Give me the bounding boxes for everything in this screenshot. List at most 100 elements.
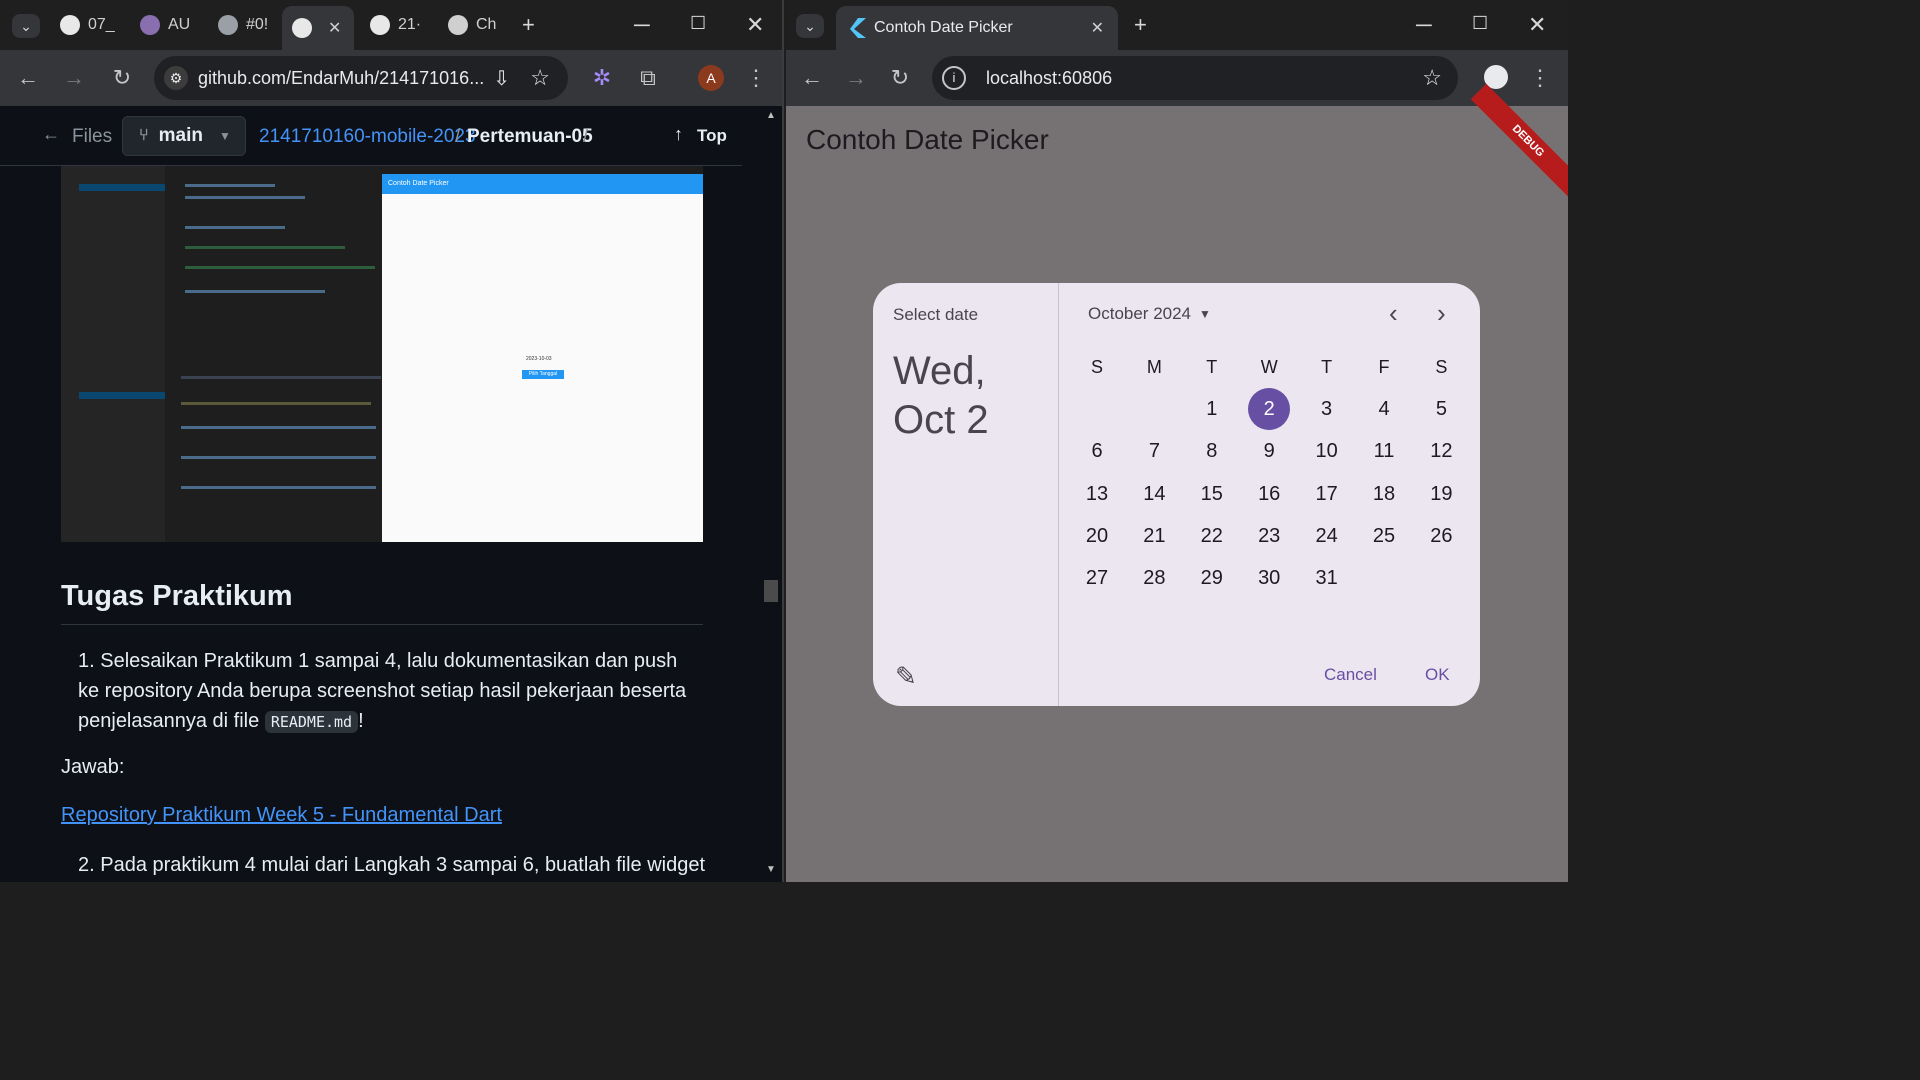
repository-link[interactable]: Repository Praktikum Week 5 - Fundamenta…: [61, 804, 502, 827]
tab-1[interactable]: 07_: [50, 8, 125, 42]
calendar-day[interactable]: 11: [1364, 431, 1404, 471]
calendar-day[interactable]: 22: [1192, 516, 1232, 556]
calendar-day[interactable]: 8: [1192, 431, 1232, 471]
weekday-label: T: [1206, 357, 1218, 377]
calendar-day[interactable]: 3: [1307, 389, 1347, 429]
calendar-day[interactable]: 5: [1421, 389, 1461, 429]
dropdown-arrow-icon: ▼: [1199, 307, 1211, 321]
calendar-day[interactable]: 15: [1192, 474, 1232, 514]
site-info-icon[interactable]: ⚙: [164, 66, 188, 90]
calendar-day[interactable]: 24: [1307, 516, 1347, 556]
reload-icon[interactable]: ↻: [108, 64, 136, 92]
install-app-icon[interactable]: ⇩: [493, 66, 510, 91]
address-bar[interactable]: i localhost:60806 ☆: [932, 56, 1458, 100]
top-button[interactable]: Top: [697, 126, 727, 146]
address-bar[interactable]: ⚙ github.com/EndarMuh/214171016... ⇩ ☆: [154, 56, 568, 100]
browser-toolbar: ← → ↻ i localhost:60806 ☆ ⋮: [786, 50, 1568, 106]
close-tab-icon[interactable]: ✕: [1091, 18, 1104, 38]
app-bar-title: Contoh Date Picker: [806, 124, 1049, 155]
arrow-left-icon[interactable]: ←: [42, 124, 60, 145]
menu-kebab-icon[interactable]: ⋮: [742, 64, 770, 92]
tab-active-github[interactable]: ✕: [282, 6, 354, 50]
calendar-day[interactable]: 4: [1364, 389, 1404, 429]
calendar-day[interactable]: 29: [1192, 558, 1232, 598]
tab-search-button[interactable]: ⌄: [12, 14, 40, 38]
ok-button[interactable]: OK: [1425, 665, 1450, 685]
reload-icon[interactable]: ↻: [886, 64, 914, 92]
cancel-button[interactable]: Cancel: [1324, 665, 1377, 685]
new-tab-icon[interactable]: +: [1134, 14, 1147, 36]
list-item-2: 2. Pada praktikum 4 mulai dari Langkah 3…: [78, 854, 706, 876]
calendar-day[interactable]: 18: [1364, 474, 1404, 514]
calendar-day[interactable]: 25: [1364, 516, 1404, 556]
profile-avatar[interactable]: A: [698, 65, 724, 91]
tab-search-button[interactable]: ⌄: [796, 14, 824, 38]
extension-gear-icon[interactable]: ✲: [588, 64, 616, 92]
tab-active-date-picker[interactable]: Contoh Date Picker ✕: [836, 6, 1118, 50]
calendar-day[interactable]: 21: [1134, 516, 1174, 556]
maximize-icon[interactable]: ☐: [1472, 14, 1488, 32]
scroll-down-icon[interactable]: ▼: [766, 864, 776, 875]
calendar-day[interactable]: 31: [1307, 558, 1347, 598]
calendar-day[interactable]: 27: [1077, 558, 1117, 598]
close-tab-icon[interactable]: ✕: [328, 18, 341, 38]
info-icon[interactable]: i: [942, 66, 966, 90]
file-header: ← Files ⑂ main ▼ 2141710160-mobile-2023 …: [0, 106, 742, 166]
edit-pencil-icon[interactable]: ✎: [895, 661, 917, 692]
github-browser-window: ⌄ 07_ AU #0! ✕ 21· Ch + ─ ☐ ✕ ← → ↻ ⚙ gi…: [0, 0, 784, 882]
scrollbar[interactable]: ▲ ▼: [742, 106, 782, 882]
bookmark-star-icon[interactable]: ☆: [1422, 65, 1442, 91]
calendar-day[interactable]: 6: [1077, 431, 1117, 471]
calendar-day[interactable]: 16: [1249, 474, 1289, 514]
files-button[interactable]: Files: [72, 126, 112, 148]
maximize-icon[interactable]: ☐: [690, 14, 706, 32]
extensions-puzzle-icon[interactable]: ⧉: [634, 64, 662, 92]
new-tab-icon[interactable]: +: [522, 14, 535, 36]
tab-3[interactable]: #0!: [208, 8, 278, 42]
forward-icon[interactable]: →: [60, 64, 88, 92]
calendar-day[interactable]: 26: [1421, 516, 1461, 556]
calendar-day[interactable]: 9: [1249, 431, 1289, 471]
calendar-day[interactable]: 19: [1421, 474, 1461, 514]
divider: [61, 624, 703, 625]
tab-5[interactable]: 21·: [360, 8, 431, 42]
date-picker-header: Select date Wed, Oct 2 ✎: [873, 283, 1059, 706]
close-window-icon[interactable]: ✕: [1528, 14, 1546, 36]
back-icon[interactable]: ←: [798, 64, 826, 92]
calendar-day[interactable]: 10: [1307, 431, 1347, 471]
calendar-day[interactable]: 20: [1077, 516, 1117, 556]
back-icon[interactable]: ←: [14, 64, 42, 92]
minimize-icon[interactable]: ─: [1416, 14, 1432, 36]
month-year-selector[interactable]: October 2024 ▼: [1088, 304, 1211, 324]
calendar-day-selected[interactable]: 2: [1249, 389, 1290, 429]
breadcrumb-repo-link[interactable]: 2141710160-mobile-2023: [259, 126, 476, 148]
forward-icon[interactable]: →: [842, 64, 870, 92]
previous-month-icon[interactable]: ‹: [1389, 300, 1398, 326]
scrollbar-thumb[interactable]: [764, 580, 778, 602]
calendar-day[interactable]: 1: [1192, 389, 1232, 429]
weekday-label: W: [1260, 357, 1278, 377]
menu-kebab-icon[interactable]: ⋮: [1526, 64, 1554, 92]
minimize-icon[interactable]: ─: [634, 14, 650, 36]
date-picker-dialog: Select date Wed, Oct 2 ✎ October 2024 ▼ …: [873, 283, 1480, 706]
tab-2[interactable]: AU: [130, 8, 200, 42]
bookmark-star-icon[interactable]: ☆: [530, 65, 550, 91]
calendar-day[interactable]: 13: [1077, 474, 1117, 514]
weekday-label: S: [1090, 357, 1103, 377]
calendar-day[interactable]: 30: [1249, 558, 1289, 598]
calendar-day[interactable]: 7: [1134, 431, 1174, 471]
flutter-icon: [850, 18, 866, 38]
next-month-icon[interactable]: ›: [1437, 300, 1446, 326]
calendar-day[interactable]: 12: [1421, 431, 1461, 471]
calendar-day[interactable]: 23: [1249, 516, 1289, 556]
tab-6[interactable]: Ch: [438, 8, 506, 42]
scroll-up-icon[interactable]: ▲: [766, 110, 776, 121]
calendar-day[interactable]: 17: [1307, 474, 1347, 514]
inline-code: README.md: [264, 711, 359, 733]
calendar-day[interactable]: 14: [1134, 474, 1174, 514]
globe-icon: [218, 15, 238, 35]
close-window-icon[interactable]: ✕: [746, 14, 764, 36]
calendar-day[interactable]: 28: [1134, 558, 1174, 598]
github-icon: [292, 18, 312, 38]
branch-selector[interactable]: ⑂ main ▼: [122, 116, 246, 156]
